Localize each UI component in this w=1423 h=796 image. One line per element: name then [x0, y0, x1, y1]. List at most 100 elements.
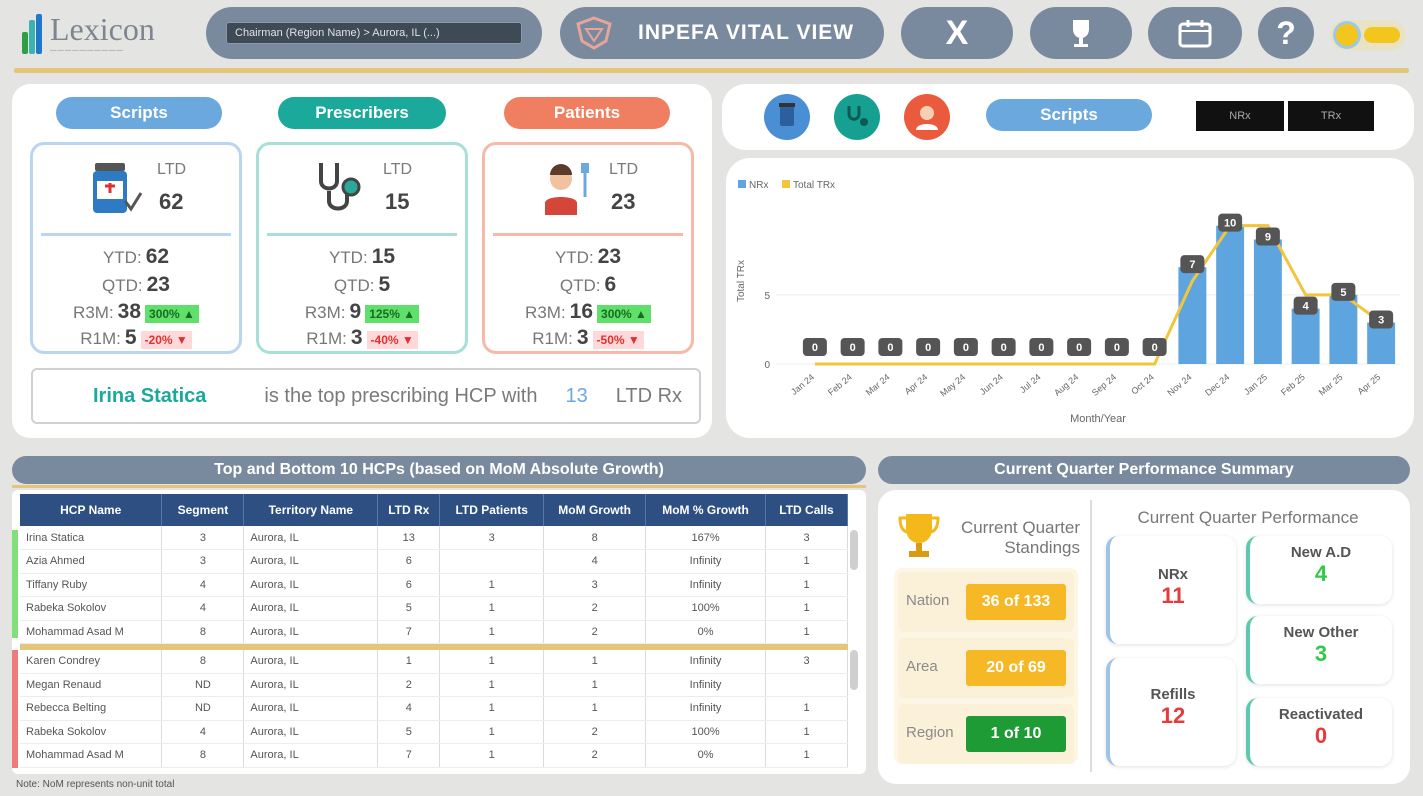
theme-toggle[interactable] — [1330, 20, 1406, 50]
calendar-button[interactable] — [1148, 7, 1242, 59]
col-ltd-calls[interactable]: LTD Calls — [765, 494, 848, 526]
table-row[interactable]: Karen Condrey 8 Aurora, IL 1 1 1 Infinity 3 — [20, 649, 848, 674]
bottom-table-scrollbar[interactable] — [850, 650, 858, 690]
scripts-r1m: R1M: 5 -20% ▼ — [33, 326, 239, 350]
table-row[interactable]: Azia Ahmed 3 Aurora, IL 6 4 Infinity 1 — [20, 549, 848, 574]
breadcrumb-pill[interactable]: Chairman (Region Name) > Aurora, IL (...… — [206, 7, 542, 59]
table-cell: 1 — [439, 696, 545, 721]
help-button[interactable]: ? — [1258, 7, 1314, 59]
x-tick-label: Jul 24 — [1018, 372, 1043, 395]
table-row[interactable]: Rabeka Sokolov 4 Aurora, IL 5 1 2 100% 1 — [20, 596, 848, 621]
table-cell: Aurora, IL — [243, 596, 379, 621]
col-hcp-name[interactable]: HCP Name — [20, 494, 163, 526]
table-row[interactable]: Mohammad Asad M 8 Aurora, IL 7 1 2 0% 1 — [20, 743, 848, 768]
metric-value: 4 — [1314, 561, 1328, 586]
table-cell: Rabeka Sokolov — [20, 596, 163, 621]
chart-metric-pill[interactable]: Scripts — [986, 99, 1152, 131]
table-cell: Mohammad Asad M — [20, 743, 163, 768]
table-cell: Tiffany Ruby — [20, 573, 163, 597]
table-cell: 1 — [543, 696, 647, 721]
table-cell: 1 — [765, 573, 848, 597]
chart-panel: NRx Total TRx Total TRx 0 5 0 0 0 0 0 0 0 0 0 0 7 10 9 4 5 3… — [726, 158, 1414, 438]
table-row[interactable]: Megan Renaud ND Aurora, IL 2 1 1 Infinity — [20, 673, 848, 697]
prescribers-ytd: YTD: 15 — [328, 245, 396, 268]
top-group-marker — [12, 530, 18, 638]
table-cell: Infinity — [645, 673, 766, 697]
metric-label: Refills — [1150, 686, 1196, 703]
patients-view-button[interactable] — [904, 94, 950, 140]
table-cell: Infinity — [645, 573, 766, 597]
table-cell: Rabeka Sokolov — [20, 720, 163, 744]
data-label: 0 — [887, 342, 893, 354]
scripts-view-button[interactable] — [764, 94, 810, 140]
x-tick-label: Sep 24 — [1090, 372, 1118, 398]
data-label: 4 — [1303, 301, 1310, 313]
table-section-title: Top and Bottom 10 HCPs (based on MoM Abs… — [12, 456, 866, 484]
logo-tagline: ────────── — [50, 45, 124, 55]
prescribers-view-button[interactable] — [834, 94, 880, 140]
prescribers-pill[interactable]: Prescribers — [278, 97, 446, 129]
trend-chart: NRx Total TRx Total TRx 0 5 0 0 0 0 0 0 0 0 0 0 7 10 9 4 5 3… — [736, 180, 1400, 425]
table-cell: 1 — [765, 720, 848, 744]
scripts-pill[interactable]: Scripts — [56, 97, 222, 129]
change-badge: -50% ▼ — [592, 330, 644, 349]
calendar-icon — [1178, 20, 1212, 48]
hcp-table: HCP Name Segment Territory Name LTD Rx L… — [20, 494, 848, 768]
metric-value: 12 — [1160, 703, 1186, 728]
bottom-group-marker — [12, 650, 18, 768]
top-hcp-suffix: LTD Rx — [615, 384, 683, 407]
table-cell: 3 — [765, 526, 848, 550]
toggle-knob — [1336, 24, 1358, 46]
table-row[interactable]: Tiffany Ruby 4 Aurora, IL 6 1 3 Infinity 1 — [20, 573, 848, 597]
table-row[interactable]: Rabeka Sokolov 4 Aurora, IL 5 1 2 100% 1 — [20, 720, 848, 744]
top-table-scrollbar[interactable] — [850, 530, 858, 570]
metric-value: 11 — [1161, 583, 1185, 608]
x-tick-label: Oct 24 — [1129, 372, 1156, 397]
table-cell: Mohammad Asad M — [20, 620, 163, 644]
patients-r3m: R3M: 16 300% ▲ — [485, 300, 691, 324]
help-icon: ? — [1276, 14, 1296, 51]
col-mom-pct-growth[interactable]: MoM % Growth — [645, 494, 766, 526]
x-tick-label: Nov 24 — [1165, 372, 1193, 398]
top-hcp-text: is the top prescribing HCP with — [264, 384, 538, 407]
trophy-button[interactable] — [1030, 7, 1132, 59]
data-label: 0 — [850, 342, 856, 354]
x-logo-button[interactable]: X — [901, 7, 1013, 59]
col-mom-growth[interactable]: MoM Growth — [543, 494, 647, 526]
table-cell: 3 — [161, 526, 245, 550]
table-cell: 4 — [161, 596, 245, 621]
col-segment[interactable]: Segment — [161, 494, 245, 526]
prescribers-card: LTD 15 YTD: 15 QTD: 5 R3M: 9 125% ▲ R1M: 3 -40… — [256, 142, 468, 354]
col-territory[interactable]: Territory Name — [243, 494, 379, 526]
bottom-hcp-rows: Karen Condrey 8 Aurora, IL 1 1 1 Infinity 3 Mega… — [20, 649, 848, 768]
change-badge: -40% ▼ — [366, 330, 418, 349]
page-title: INPEFA VITAL VIEW — [638, 21, 855, 44]
data-label: 0 — [963, 342, 969, 354]
table-row[interactable]: Irina Statica 3 Aurora, IL 13 3 8 167% 3 — [20, 526, 848, 550]
table-cell: 8 — [161, 649, 245, 674]
table-cell: Aurora, IL — [243, 549, 379, 574]
legend-label-nrx: NRx — [749, 180, 768, 191]
col-ltd-rx[interactable]: LTD Rx — [377, 494, 441, 526]
trx-toggle[interactable]: TRx — [1288, 101, 1374, 131]
scripts-ytd: YTD: 62 — [102, 245, 170, 268]
section-divider — [12, 485, 866, 488]
table-row[interactable]: Mohammad Asad M 8 Aurora, IL 7 1 2 0% 1 — [20, 620, 848, 644]
table-cell: 13 — [377, 526, 441, 550]
y-tick-label: 0 — [764, 360, 770, 371]
nrx-toggle[interactable]: NRx — [1196, 101, 1284, 131]
patient-icon — [916, 106, 938, 130]
breadcrumb-select[interactable]: Chairman (Region Name) > Aurora, IL (...… — [226, 22, 522, 44]
table-row[interactable]: Rebecca Belting ND Aurora, IL 4 1 1 Infinity 1 — [20, 696, 848, 721]
x-logo-icon: X — [945, 13, 969, 52]
scripts-ltd-value: 62 — [159, 189, 184, 214]
col-ltd-patients[interactable]: LTD Patients — [439, 494, 545, 526]
table-cell: 8 — [543, 526, 647, 550]
header-divider — [14, 68, 1409, 73]
patients-pill[interactable]: Patients — [504, 97, 670, 129]
card-divider — [267, 233, 457, 236]
table-cell: 6 — [377, 573, 441, 597]
table-cell: 1 — [439, 620, 545, 644]
table-cell: 4 — [161, 573, 245, 597]
table-cell: 1 — [439, 743, 545, 768]
